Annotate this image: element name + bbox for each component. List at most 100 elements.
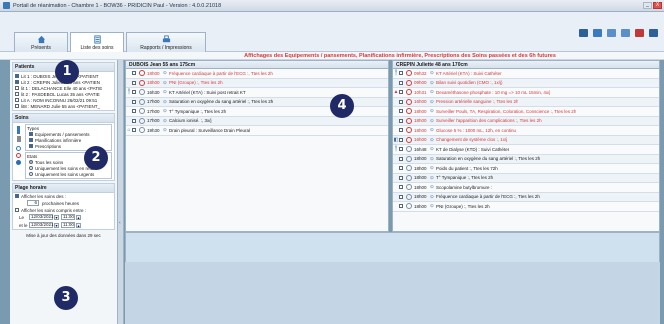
time-end-input[interactable]: 11:00 [61, 222, 75, 228]
care-checkbox[interactable] [399, 99, 403, 104]
date-end-input[interactable]: 12/03/2021 [29, 222, 54, 228]
clock-icon [139, 127, 145, 134]
care-checkbox[interactable] [399, 137, 403, 142]
hours-input[interactable]: 6 [27, 200, 39, 206]
care-checkbox[interactable] [132, 80, 136, 85]
care-row[interactable]: 18h00 ⊙ PNI (Groupe) :, Ttes les 2h [393, 202, 659, 212]
minimize-button[interactable]: _ [643, 2, 652, 9]
care-checkbox[interactable] [399, 166, 403, 171]
patient-checkbox[interactable] [15, 92, 19, 96]
tab-liste-des-soins-label: Liste des soins [80, 45, 114, 51]
care-row[interactable]: 18h00 ⊙ Glucose 5 % : 1000 mL, 12h, en con… [393, 126, 659, 136]
care-time: 09h32 [414, 70, 427, 76]
update-status: Mise à jour des données dans 29 sec [26, 233, 101, 238]
care-row[interactable]: ╿ 09h32 ⊙ KT Artériel (KTA) : Suivi Cathéte… [393, 69, 659, 79]
care-checkbox[interactable] [132, 118, 136, 123]
care-checkbox[interactable] [132, 99, 136, 104]
patient-checkbox[interactable] [15, 80, 19, 84]
etat-tous-label: Tous les soins [35, 159, 64, 165]
care-checkbox[interactable] [399, 147, 403, 152]
care-checkbox[interactable] [399, 128, 403, 133]
window-buttons: _ X [643, 2, 662, 9]
care-checkbox[interactable] [399, 156, 403, 161]
network-icon[interactable] [607, 29, 616, 37]
care-checkbox[interactable] [132, 128, 136, 133]
care-checkbox[interactable] [399, 80, 403, 85]
etat-urgents[interactable]: Uniquement les soins urgents [27, 171, 110, 177]
care-row[interactable]: ◧ 16h00 ⊙ Changement de système clos :, 1x/… [393, 135, 659, 145]
care-checkbox[interactable] [399, 175, 403, 180]
care-description: Fréquence cardiaque à partir de l'ECG :,… [169, 70, 273, 76]
mail-icon[interactable] [649, 29, 658, 37]
clock-icon [139, 117, 145, 124]
care-row[interactable]: 16h00 ⊙ Pression artérielle sanguine :, Tt… [393, 97, 659, 107]
patient-column-dubois: DUBOIS Jean 55 ans 175cm 18h00 ⊙ Fréquence… [125, 60, 389, 232]
care-row[interactable]: 18h00 ⊙ PNI (Groupe) :, Ttes les 2h [126, 78, 388, 88]
care-row[interactable]: 18h00 ⊙ Saturation en oxygène du sang arté… [393, 154, 659, 164]
pane-splitter[interactable]: ‹ [118, 60, 124, 324]
patient-column-title: DUBOIS Jean 55 ans 175cm [126, 61, 388, 69]
afficher-checkbox[interactable] [15, 194, 19, 198]
patient-item[interactable]: lit 2 : PASDEBOL Lucas 35 ans <PATIE [13, 91, 114, 97]
tab-presents-label: Présents [31, 45, 51, 51]
care-checkbox[interactable] [399, 185, 403, 190]
clock-icon [16, 146, 21, 151]
care-row[interactable]: ⌂ 19h30 ⊙ Drain pleural : Surveillance Drai… [126, 126, 388, 136]
tab-rapports[interactable]: Rapports / Impressions [126, 32, 206, 52]
clock-icon [406, 203, 412, 210]
time-end-spinner-icon[interactable]: ▴ [76, 222, 81, 228]
time-start-spinner-icon[interactable]: ▴ [76, 214, 81, 220]
patient-item[interactable]: lit 1 : DELACHANCE Elle 40 ans <PATIE [13, 85, 114, 91]
care-checkbox[interactable] [399, 194, 403, 199]
compris-checkbox[interactable] [15, 208, 19, 212]
care-row[interactable]: 18h00 ⊙ T° Tympanique :, Ttes les 2h [393, 173, 659, 183]
grid-icon[interactable] [579, 29, 588, 37]
etat-urgents-radio[interactable] [29, 172, 33, 176]
patient-checkbox[interactable] [15, 104, 19, 108]
splitter-grip-icon: ‹ [119, 220, 121, 226]
etat-retard-radio[interactable] [29, 166, 33, 170]
care-checkbox[interactable] [132, 71, 136, 76]
care-time: 18h00 [414, 194, 427, 200]
type-planifications-checkbox[interactable] [29, 138, 33, 142]
patient-checkbox[interactable] [15, 98, 19, 102]
patient-checkbox[interactable] [15, 74, 19, 78]
care-checkbox[interactable] [399, 90, 403, 95]
care-row[interactable]: 18h00 ⊙ Poids du patient :, Ttes les 72h [393, 164, 659, 174]
callout-badge-2: 2 [84, 146, 108, 170]
date-start-input[interactable]: 12/03/2021 [29, 214, 54, 220]
care-row[interactable]: 17h00 ⊙ Calcium ionisé. :, 3x/j [126, 116, 388, 126]
callout-badge-1: 1 [55, 60, 79, 84]
date-start-dropdown-icon[interactable]: ▾ [54, 214, 59, 220]
user-flag-icon[interactable] [635, 29, 644, 37]
care-row[interactable]: ▲ 10h31 ⊙ Dexaméthasone phosphate : 10 mg =… [393, 88, 659, 98]
tab-liste-des-soins[interactable]: Liste des soins [70, 32, 124, 53]
etat-tous-radio[interactable] [29, 160, 33, 164]
patient-checkbox[interactable] [15, 86, 19, 90]
tab-presents[interactable]: Présents [14, 32, 68, 52]
type-equipements-checkbox[interactable] [29, 132, 33, 136]
care-row[interactable]: 18h00 ⊙ Fréquence cardiaque à partir de l'… [393, 192, 659, 202]
care-row[interactable]: 18h00 ⊙ Surveiller Pouls, TA, Respiration,… [393, 107, 659, 117]
network-alt-icon[interactable] [621, 29, 630, 37]
refresh-icon[interactable] [593, 29, 602, 37]
care-checkbox[interactable] [132, 109, 136, 114]
time-start-input[interactable]: 11:00 [61, 214, 75, 220]
care-time: 18h00 [414, 165, 427, 171]
care-row[interactable]: 09h00 ⊙ Bilan suivi quotidien (CMO :, 1x/j… [393, 78, 659, 88]
care-checkbox[interactable] [399, 204, 403, 209]
care-row[interactable]: 18h00 ⊙ Scopolamine butylbromure : [393, 183, 659, 193]
type-equipements-label: Equipements / pansements [35, 131, 90, 137]
date-end-dropdown-icon[interactable]: ▾ [54, 222, 59, 228]
patient-item[interactable]: lit8 : MENARD Julie 55 ans <PATIENT_ [13, 103, 114, 109]
care-row[interactable]: ╿ 16h48 ⊙ KT de Dialyse (KTD) : Suivi Cathé… [393, 145, 659, 155]
type-prescriptions-checkbox[interactable] [29, 144, 33, 148]
syringe-icon [17, 126, 20, 134]
care-row[interactable]: 18h00 ⊙ Fréquence cardiaque à partir de l'… [126, 69, 388, 79]
care-checkbox[interactable] [399, 71, 403, 76]
close-button[interactable]: X [653, 2, 662, 9]
care-checkbox[interactable] [132, 90, 136, 95]
care-row[interactable]: 18h00 ⊙ Surveiller l'apparition des compli… [393, 116, 659, 126]
care-checkbox[interactable] [399, 118, 403, 123]
care-checkbox[interactable] [399, 109, 403, 114]
